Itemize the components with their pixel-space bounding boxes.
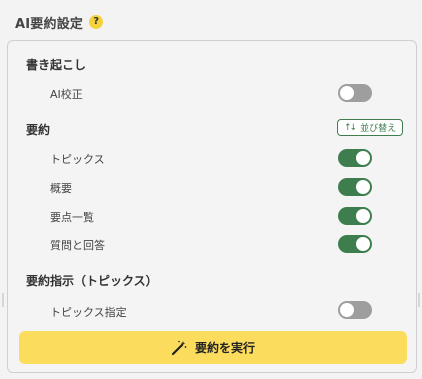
summary-item-qa-label: 質問と回答 bbox=[50, 239, 105, 252]
ai-proofread-toggle[interactable] bbox=[338, 84, 372, 102]
topics-spec-label: トピックス指定 bbox=[50, 306, 127, 319]
scroll-edge-left bbox=[2, 293, 4, 307]
page-title: AI要約設定 bbox=[15, 16, 84, 32]
section-title-summary: 要約 bbox=[26, 123, 51, 137]
summary-item-overview-label: 概要 bbox=[50, 182, 72, 195]
topics-spec-toggle[interactable] bbox=[338, 301, 372, 319]
section-title-instruction: 要約指示（トピックス） bbox=[26, 274, 158, 288]
run-button-label: 要約を実行 bbox=[194, 341, 255, 355]
summary-item-keypoints-label: 要点一覧 bbox=[50, 211, 94, 224]
sort-button-label: 並び替え bbox=[360, 124, 397, 134]
summary-item-overview-toggle[interactable] bbox=[338, 178, 372, 196]
section-title-transcription: 書き起こし bbox=[26, 58, 87, 72]
summary-item-keypoints-toggle[interactable] bbox=[338, 207, 372, 225]
toggle-knob bbox=[340, 303, 354, 317]
toggle-knob bbox=[356, 151, 370, 165]
summary-item-topics-toggle[interactable] bbox=[338, 149, 372, 167]
sort-icon: ↑↓ bbox=[344, 122, 357, 133]
settings-panel: 書き起こし AI校正 要約 ↑↓ 並び替え トピックス 概要 要点一覧 質問と回… bbox=[7, 40, 417, 373]
toggle-knob bbox=[340, 86, 354, 100]
toggle-knob bbox=[356, 209, 370, 223]
run-summary-button[interactable]: 要約を実行 bbox=[19, 331, 407, 364]
sort-button[interactable]: ↑↓ 並び替え bbox=[337, 119, 404, 136]
summary-item-topics-label: トピックス bbox=[50, 153, 105, 166]
summary-item-qa-toggle[interactable] bbox=[338, 235, 372, 253]
magic-wand-icon bbox=[171, 340, 187, 355]
help-icon[interactable]: ? bbox=[89, 15, 104, 29]
scroll-edge-right bbox=[418, 293, 420, 307]
ai-proofread-label: AI校正 bbox=[50, 88, 83, 101]
toggle-knob bbox=[356, 180, 370, 194]
toggle-knob bbox=[356, 237, 370, 251]
settings-header: AI要約設定 ? bbox=[15, 12, 104, 32]
